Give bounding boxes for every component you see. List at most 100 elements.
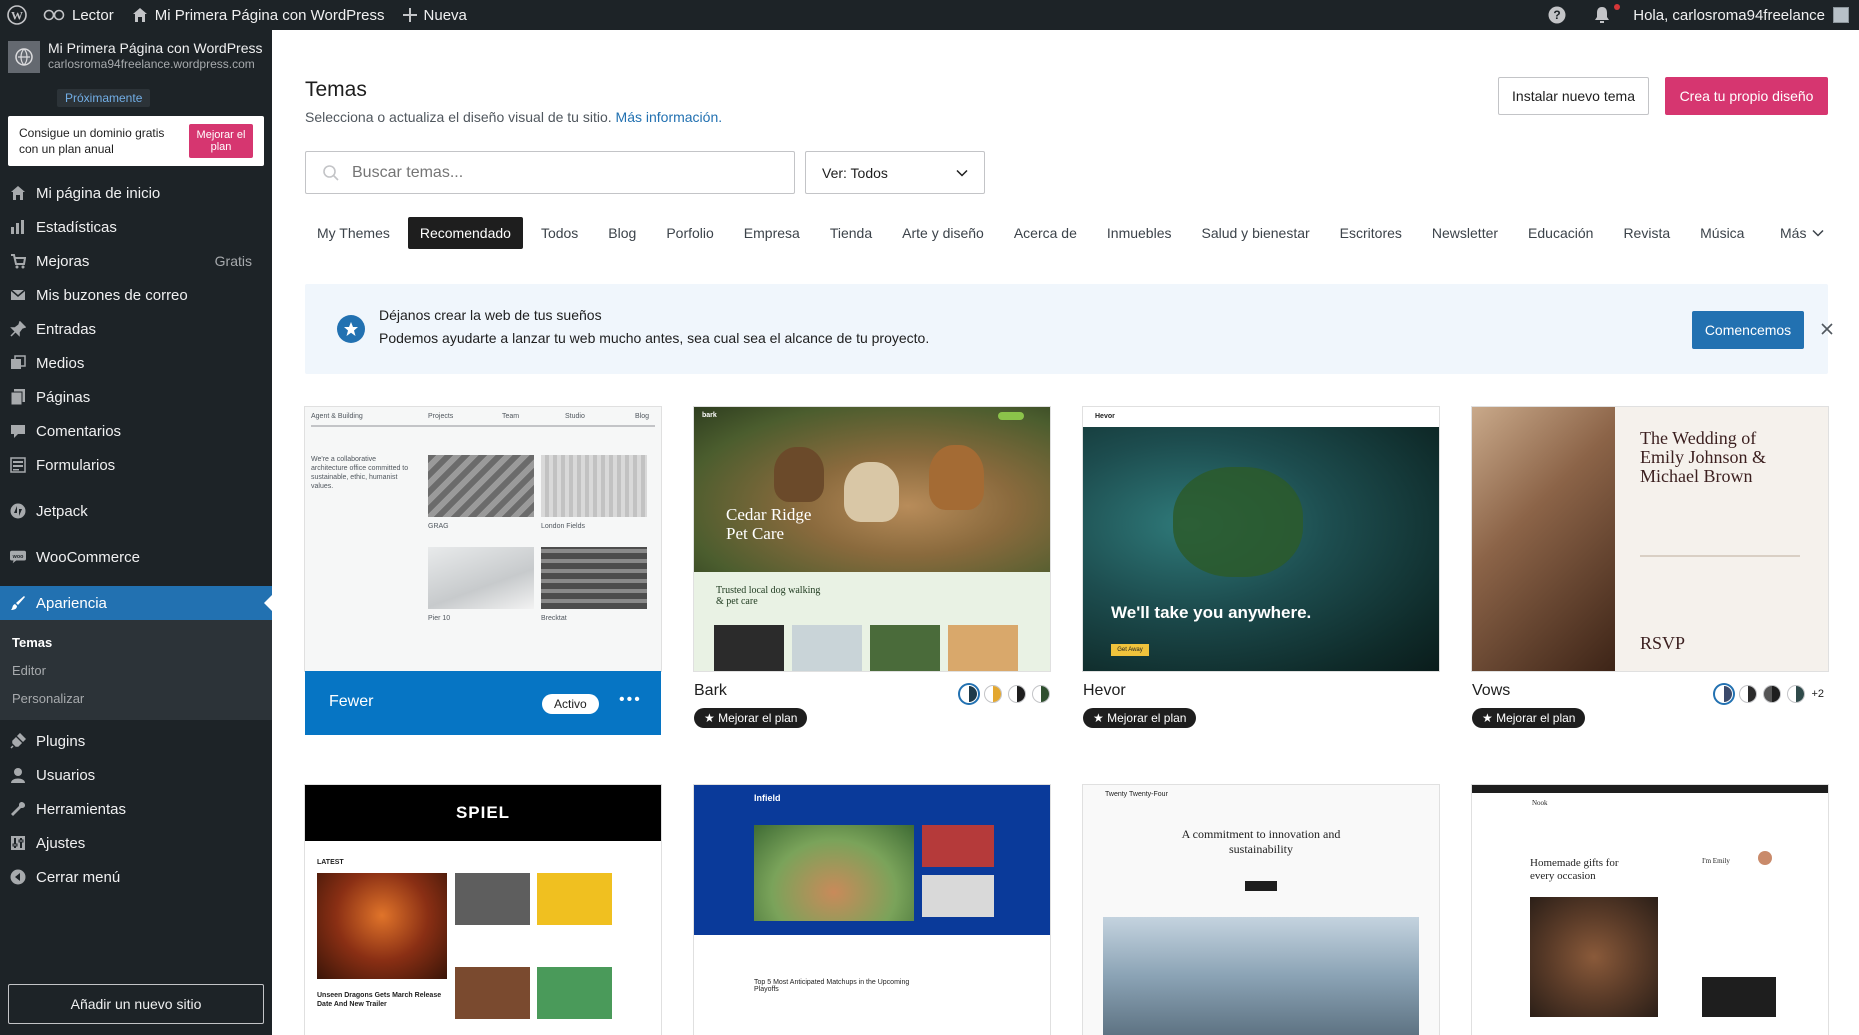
thumb-caption: Brecktat: [541, 615, 567, 622]
theme-thumbnail[interactable]: Infield Top 5 Most Anticipated Matchups …: [694, 785, 1050, 1035]
style-swatch[interactable]: [1739, 685, 1758, 703]
tab-music[interactable]: Música: [1688, 217, 1756, 249]
sidebar-item-upgrades[interactable]: Mejoras Gratis: [0, 244, 272, 278]
theme-card-vows[interactable]: The Wedding of Emily Johnson & Michael B…: [1472, 407, 1828, 728]
thumb-topbar: [1472, 785, 1828, 793]
account-menu[interactable]: Hola, carlosroma94freelance: [1624, 0, 1859, 30]
theme-thumbnail[interactable]: Hevor We'll take you anywhere. Get Away: [1083, 407, 1439, 671]
style-swatch[interactable]: [1715, 685, 1734, 703]
upgrade-plan-button[interactable]: Mejorar el plan: [189, 124, 253, 158]
submenu-item-editor[interactable]: Editor: [0, 656, 272, 684]
add-new-site-button[interactable]: Añadir un nuevo sitio: [8, 984, 264, 1024]
sidebar-item-jetpack[interactable]: Jetpack: [0, 494, 272, 528]
woo-icon: woo: [10, 549, 26, 565]
tab-portfolio[interactable]: Porfolio: [654, 217, 725, 249]
tab-writers[interactable]: Escritores: [1328, 217, 1414, 249]
sidebar-item-plugins[interactable]: Plugins: [0, 724, 272, 758]
tab-real-estate[interactable]: Inmuebles: [1095, 217, 1184, 249]
upgrade-plan-pill[interactable]: ★ Mejorar el plan: [1083, 708, 1197, 728]
sidebar-item-label: Mi página de inicio: [36, 184, 161, 202]
tab-my-themes[interactable]: My Themes: [305, 217, 402, 249]
sidebar-item-home[interactable]: Mi página de inicio: [0, 176, 272, 210]
comment-icon: [10, 423, 26, 439]
tab-recommended[interactable]: Recomendado: [407, 217, 523, 249]
search-input[interactable]: [352, 163, 772, 182]
thumb-newsletter-box: [1702, 977, 1776, 1017]
thumb-title-line: Cedar Ridge: [726, 505, 812, 524]
theme-card-hevor[interactable]: Hevor We'll take you anywhere. Get Away …: [1083, 407, 1439, 728]
sidebar-item-collapse[interactable]: Cerrar menú: [0, 860, 272, 894]
theme-thumbnail[interactable]: Nook Homemade gifts for every occasion I…: [1472, 785, 1828, 1035]
sidebar-item-woocommerce[interactable]: woo WooCommerce: [0, 540, 272, 574]
tab-store[interactable]: Tienda: [818, 217, 884, 249]
theme-card-bark[interactable]: bark Cedar Ridge Pet Care Trusted local …: [694, 407, 1050, 728]
tab-art-design[interactable]: Arte y diseño: [890, 217, 996, 249]
sidebar-item-media[interactable]: Medios: [0, 346, 272, 380]
sidebar-item-forms[interactable]: Formularios: [0, 448, 272, 482]
theme-card-nook[interactable]: Nook Homemade gifts for every occasion I…: [1472, 785, 1828, 1035]
wordpress-logo-icon[interactable]: W: [0, 0, 34, 30]
help-icon[interactable]: ?: [1534, 0, 1580, 30]
new-label: Nueva: [423, 6, 467, 24]
new-link[interactable]: Nueva: [394, 0, 476, 30]
sidebar-item-users[interactable]: Usuarios: [0, 758, 272, 792]
sidebar-item-appearance[interactable]: Apariencia: [0, 586, 272, 620]
sidebar-item-mailboxes[interactable]: Mis buzones de correo: [0, 278, 272, 312]
tab-more[interactable]: Más: [1780, 217, 1824, 249]
sidebar-item-settings[interactable]: Ajustes: [0, 826, 272, 860]
close-icon[interactable]: [1819, 321, 1835, 337]
learn-more-link[interactable]: Más información.: [616, 109, 723, 125]
sidebar-item-stats[interactable]: Estadísticas: [0, 210, 272, 244]
theme-card-fewer[interactable]: Agent & Building Projects Team Studio Bl…: [305, 407, 661, 735]
submenu-item-customize[interactable]: Personalizar: [0, 684, 272, 712]
reader-link[interactable]: Lector: [34, 0, 123, 30]
tab-blog[interactable]: Blog: [596, 217, 648, 249]
style-swatch[interactable]: [1008, 685, 1026, 703]
tab-newsletter[interactable]: Newsletter: [1420, 217, 1510, 249]
theme-name: Vows: [1472, 682, 1511, 699]
theme-card-spiel[interactable]: SPIEL LATEST Unseen Dragons Gets March R…: [305, 785, 661, 1035]
site-card[interactable]: Mi Primera Página con WordPress carlosro…: [8, 39, 268, 109]
forms-icon: [10, 457, 26, 473]
style-swatch[interactable]: [960, 685, 978, 703]
theme-thumbnail[interactable]: Twenty Twenty-Four A commitment to innov…: [1083, 785, 1439, 1035]
theme-thumbnail[interactable]: bark Cedar Ridge Pet Care Trusted local …: [694, 407, 1050, 671]
style-swatch[interactable]: [1787, 685, 1806, 703]
tab-about[interactable]: Acerca de: [1002, 217, 1089, 249]
tab-education[interactable]: Educación: [1516, 217, 1605, 249]
wrench-icon: [10, 801, 26, 817]
thumb-image: [1103, 917, 1419, 1035]
create-design-button[interactable]: Crea tu propio diseño: [1665, 77, 1828, 115]
sidebar-item-pages[interactable]: Páginas: [0, 380, 272, 414]
avatar: [1833, 7, 1849, 23]
install-theme-button[interactable]: Instalar nuevo tema: [1498, 77, 1649, 115]
style-swatch[interactable]: [1763, 685, 1782, 703]
sidebar-item-tools[interactable]: Herramientas: [0, 792, 272, 826]
more-options-icon[interactable]: •••: [619, 691, 642, 709]
style-swatch[interactable]: [1032, 685, 1050, 703]
submenu-item-themes[interactable]: Temas: [0, 628, 272, 656]
mail-icon: [10, 287, 26, 303]
notifications-bell-icon[interactable]: [1580, 0, 1624, 30]
style-swatch[interactable]: [984, 685, 1002, 703]
media-icon: [10, 355, 26, 371]
theme-card-twenty-twenty-four[interactable]: Twenty Twenty-Four A commitment to innov…: [1083, 785, 1439, 1035]
tab-magazine[interactable]: Revista: [1611, 217, 1682, 249]
get-started-button[interactable]: Comencemos: [1692, 311, 1804, 349]
theme-thumbnail[interactable]: The Wedding of Emily Johnson & Michael B…: [1472, 407, 1828, 671]
sidebar-item-comments[interactable]: Comentarios: [0, 414, 272, 448]
sidebar-item-posts[interactable]: Entradas: [0, 312, 272, 346]
thumb-hero-image: [1472, 407, 1615, 671]
site-link[interactable]: Mi Primera Página con WordPress: [123, 0, 394, 30]
tab-business[interactable]: Empresa: [732, 217, 812, 249]
theme-card-infield[interactable]: Infield Top 5 Most Anticipated Matchups …: [694, 785, 1050, 1035]
upgrade-plan-pill[interactable]: ★ Mejorar el plan: [1472, 708, 1586, 728]
tab-health[interactable]: Salud y bienestar: [1189, 217, 1321, 249]
theme-thumbnail[interactable]: Agent & Building Projects Team Studio Bl…: [305, 407, 661, 671]
view-filter-select[interactable]: Ver: Todos: [805, 151, 985, 194]
cart-icon: [10, 253, 26, 269]
home-icon: [132, 8, 147, 22]
tab-all[interactable]: Todos: [529, 217, 590, 249]
theme-thumbnail[interactable]: SPIEL LATEST Unseen Dragons Gets March R…: [305, 785, 661, 1035]
upgrade-plan-pill[interactable]: ★ Mejorar el plan: [694, 708, 808, 728]
